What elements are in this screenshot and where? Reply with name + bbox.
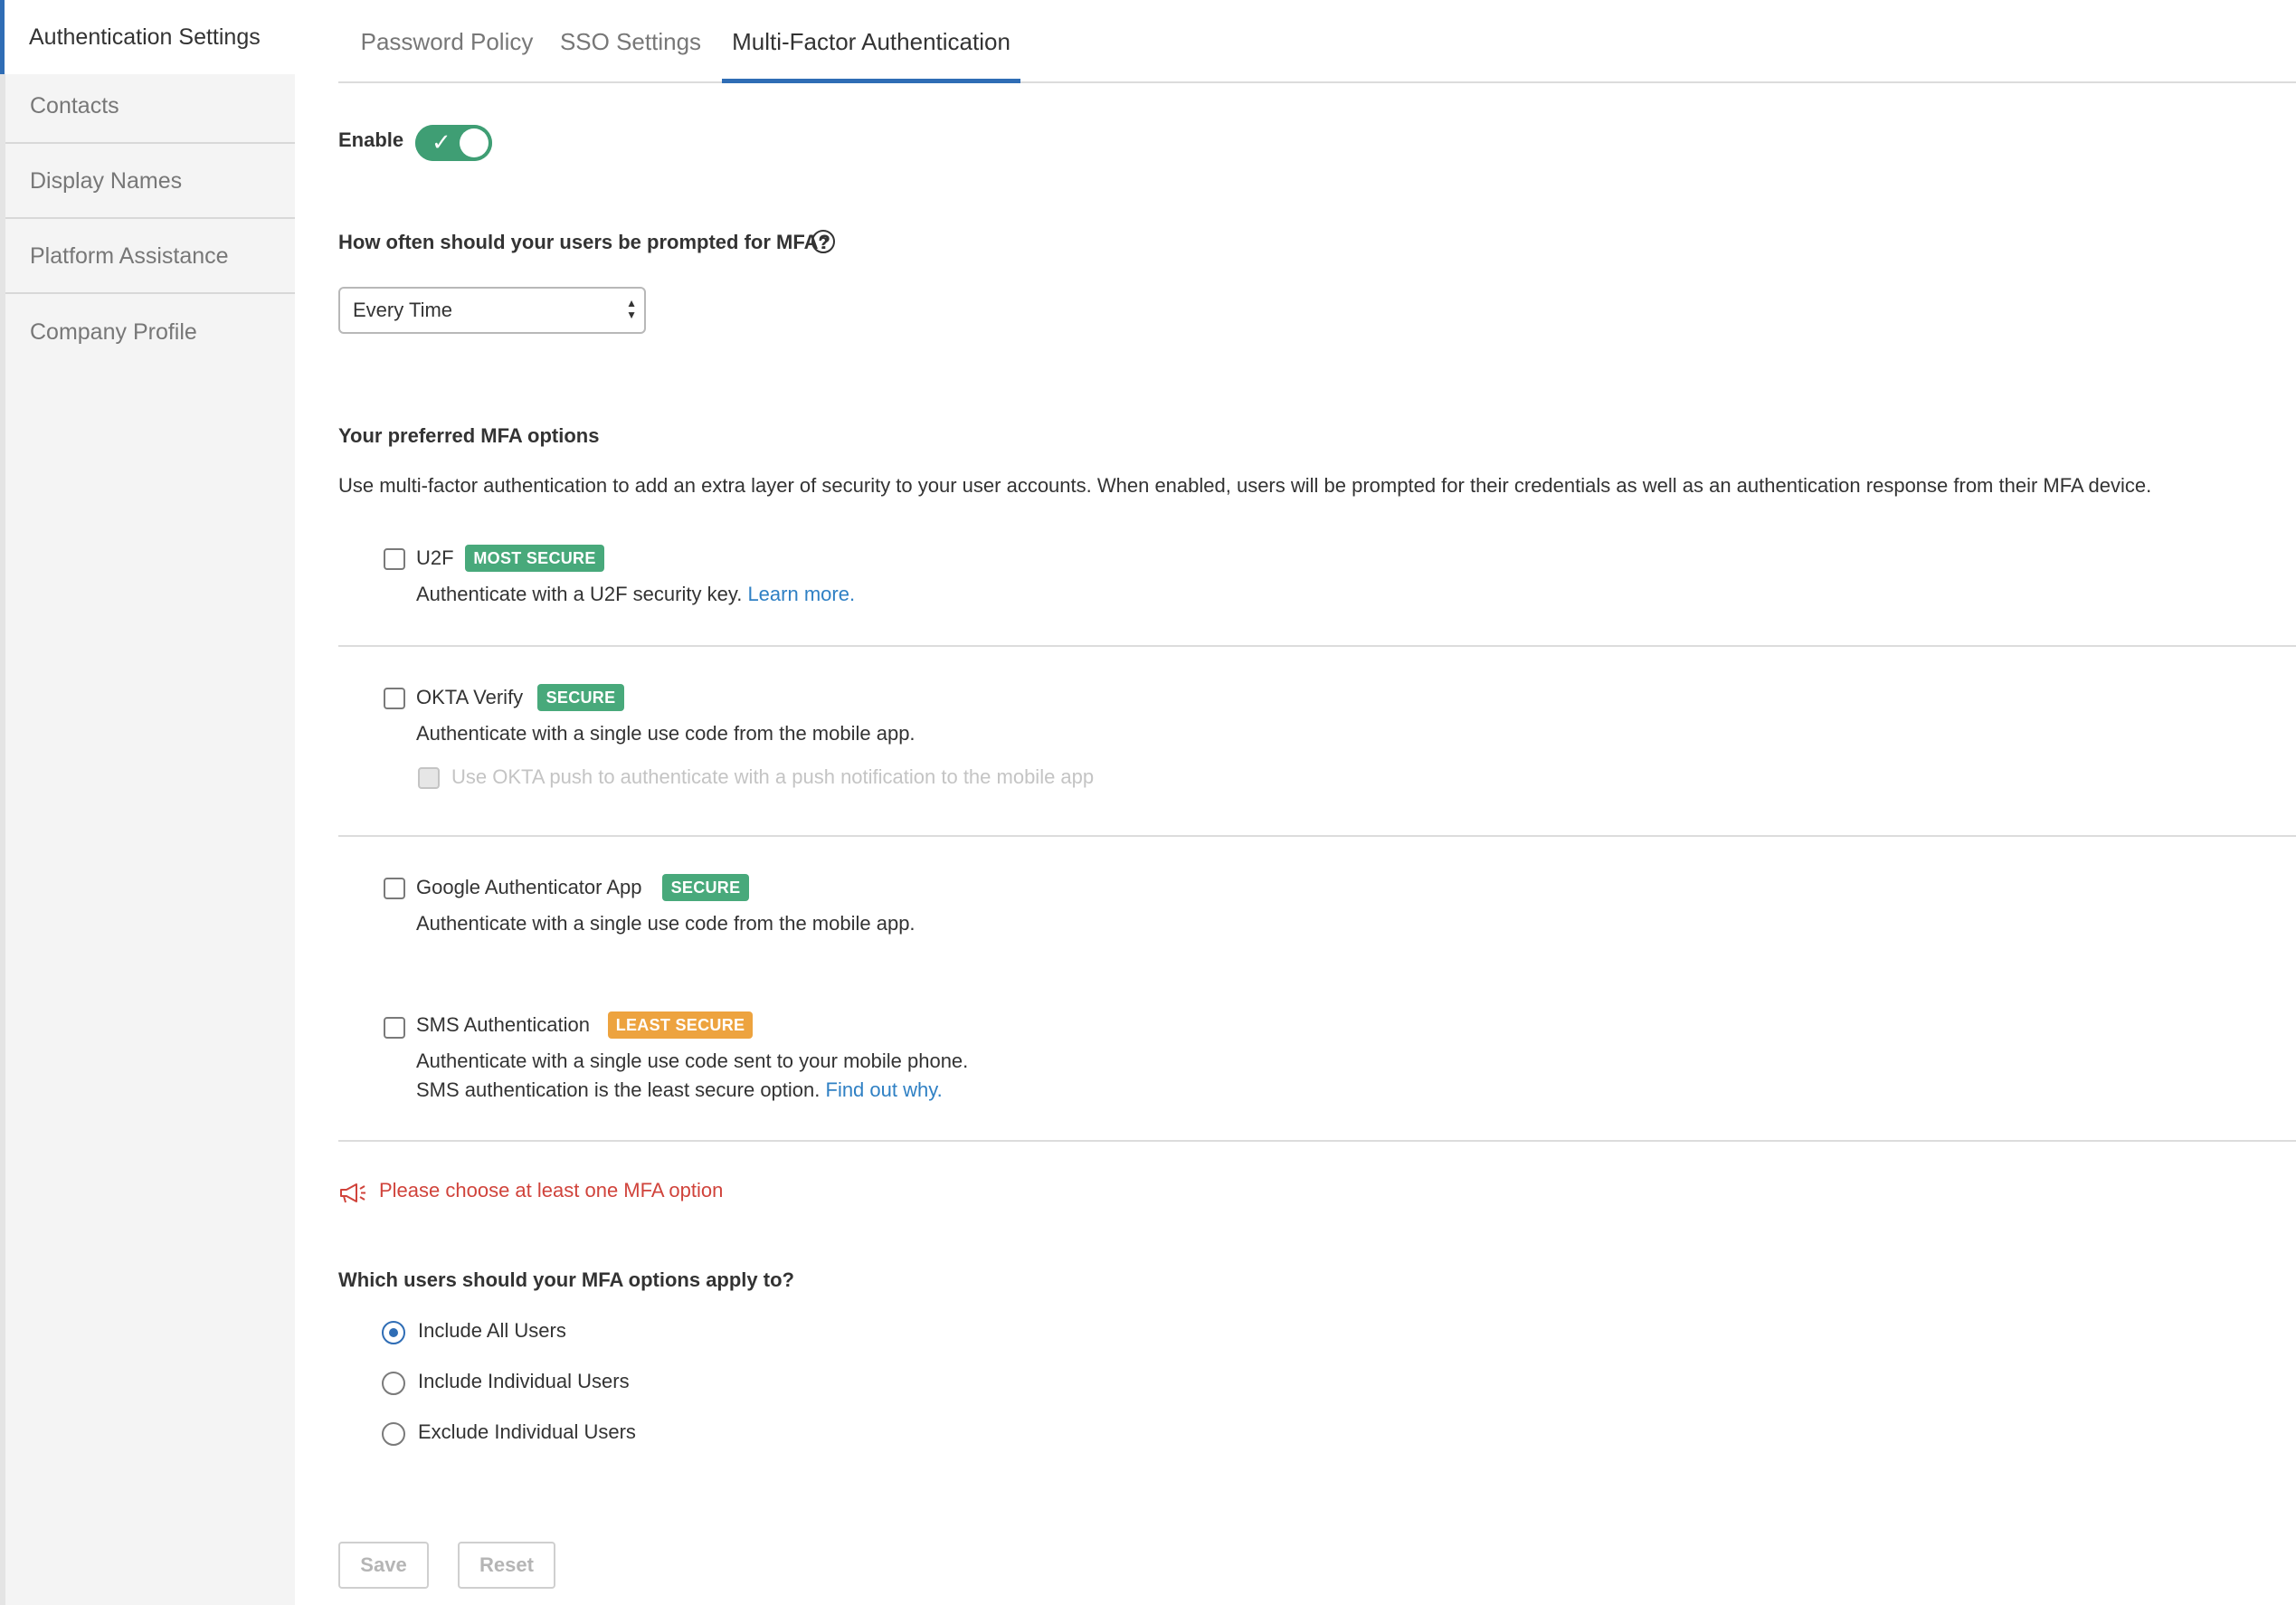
check-icon: ✓	[432, 128, 451, 156]
help-icon[interactable]: ?	[811, 230, 835, 253]
most-secure-badge: MOST SECURE	[465, 545, 604, 572]
google-authenticator-description: Authenticate with a single use code from…	[416, 912, 916, 935]
include-all-users-label: Include All Users	[418, 1319, 566, 1342]
apply-to-question: Which users should your MFA options appl…	[338, 1268, 794, 1291]
divider	[338, 645, 2296, 647]
save-button[interactable]: Save	[338, 1542, 429, 1589]
u2f-desc-text: Authenticate with a U2F security key.	[416, 583, 743, 605]
sms-authentication-title: SMS Authentication	[416, 1013, 591, 1036]
tab-label: Multi-Factor Authentication	[732, 27, 1010, 55]
u2f-checkbox[interactable]	[384, 548, 405, 570]
sms-desc-text: SMS authentication is the least secure o…	[416, 1078, 821, 1101]
megaphone-icon	[340, 1183, 365, 1203]
okta-push-checkbox	[418, 767, 440, 789]
sidebar-item-contacts[interactable]: Contacts	[5, 70, 295, 144]
google-authenticator-checkbox[interactable]	[384, 878, 405, 899]
sidebar-item-label: Contacts	[30, 92, 119, 119]
mfa-warning-message: Please choose at least one MFA option	[379, 1179, 724, 1201]
reset-button[interactable]: Reset	[458, 1542, 555, 1589]
tab-label: SSO Settings	[559, 27, 702, 55]
okta-verify-description: Authenticate with a single use code from…	[416, 722, 916, 745]
sidebar-item-platform-assistance[interactable]: Platform Assistance	[5, 220, 295, 294]
sms-warning-line: SMS authentication is the least secure o…	[416, 1078, 943, 1102]
find-out-why-link[interactable]: Find out why.	[826, 1078, 943, 1101]
u2f-title: U2F	[416, 546, 454, 569]
sidebar-item-label: Authentication Settings	[29, 24, 261, 50]
mfa-options-heading: Your preferred MFA options	[338, 424, 600, 447]
secure-badge: SECURE	[662, 874, 749, 901]
sidebar-item-authentication-settings[interactable]: Authentication Settings	[0, 0, 295, 74]
secure-badge: SECURE	[537, 684, 624, 711]
tab-sso-settings[interactable]: SSO Settings	[555, 0, 706, 83]
okta-verify-title: OKTA Verify	[416, 686, 524, 708]
mfa-options-description: Use multi-factor authentication to add a…	[338, 474, 2152, 497]
u2f-description: Authenticate with a U2F security key. Le…	[416, 583, 855, 606]
mfa-frequency-select[interactable]: Every Time ▲ ▼	[338, 287, 646, 334]
select-value: Every Time	[353, 299, 453, 321]
divider	[338, 1140, 2296, 1142]
least-secure-badge: LEAST SECURE	[608, 1011, 753, 1039]
google-authenticator-title: Google Authenticator App	[416, 876, 642, 898]
include-all-users-radio[interactable]	[382, 1321, 405, 1344]
tab-bar: Password Policy SSO Settings Multi-Facto…	[338, 0, 2296, 83]
exclude-individual-users-radio[interactable]	[382, 1422, 405, 1446]
okta-push-label: Use OKTA push to authenticate with a pus…	[451, 765, 1095, 788]
exclude-individual-users-label: Exclude Individual Users	[418, 1420, 636, 1443]
okta-verify-checkbox[interactable]	[384, 688, 405, 709]
sidebar-item-label: Platform Assistance	[30, 242, 229, 269]
sms-authentication-checkbox[interactable]	[384, 1017, 405, 1039]
enable-label: Enable	[338, 128, 404, 151]
tab-label: Password Policy	[360, 27, 534, 55]
enable-toggle[interactable]: ✓	[415, 125, 492, 161]
sidebar: Authentication Settings Contacts Display…	[0, 0, 295, 1605]
toggle-knob	[460, 128, 489, 157]
sidebar-item-label: Company Profile	[30, 318, 197, 345]
sidebar-item-company-profile[interactable]: Company Profile	[5, 295, 295, 369]
include-individual-users-radio[interactable]	[382, 1372, 405, 1395]
tab-password-policy[interactable]: Password Policy	[338, 0, 555, 83]
select-arrows-icon: ▲ ▼	[626, 297, 637, 321]
tab-multi-factor-authentication[interactable]: Multi-Factor Authentication	[722, 0, 1020, 83]
mfa-frequency-question: How often should your users be prompted …	[338, 231, 830, 253]
sidebar-item-display-names[interactable]: Display Names	[5, 145, 295, 219]
sms-description: Authenticate with a single use code sent…	[416, 1049, 969, 1072]
divider	[338, 835, 2296, 837]
include-individual-users-label: Include Individual Users	[418, 1370, 630, 1392]
sidebar-item-label: Display Names	[30, 167, 183, 194]
learn-more-link[interactable]: Learn more.	[747, 583, 855, 605]
